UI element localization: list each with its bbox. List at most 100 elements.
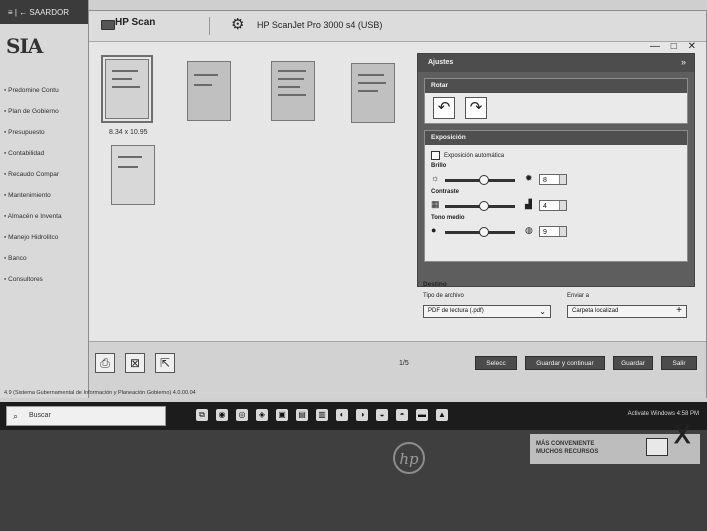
brightness-low-icon: ☼ [431, 173, 440, 183]
send-to-select[interactable]: Carpeta localizad + [567, 305, 687, 318]
add-destination-icon[interactable]: + [676, 305, 682, 316]
page-thumbnail[interactable] [271, 61, 315, 121]
page-count: 1/5 [399, 360, 409, 367]
auto-exposure-row[interactable]: Exposición automática [431, 151, 504, 160]
background-app-logo: SIA [6, 34, 82, 66]
midtone-light-icon: ◍ [525, 225, 533, 235]
background-app-menu: Predomine Contu Plan de Gobierno Presupu… [4, 80, 86, 290]
chrome-icon[interactable]: ◉ [216, 409, 228, 421]
bg-menu-item[interactable]: Predomine Contu [4, 80, 86, 101]
brightness-slider-row: ☼ ✹ 8 [431, 173, 581, 186]
scanner-icon [101, 20, 115, 30]
destination-title: Destino [423, 281, 447, 288]
laptop-bezel: hp MÁS CONVENIENTE MUCHOS RECURSOS Ⅹ [0, 422, 707, 531]
bg-menu-item[interactable]: Manejo Hidrolitco [4, 227, 86, 248]
window-controls[interactable]: — □ ✕ [650, 41, 700, 52]
bg-menu-item[interactable]: Consultores [4, 269, 86, 290]
app-icon[interactable]: ◓ [396, 409, 408, 421]
midtone-slider-knob[interactable] [478, 227, 489, 237]
search-icon: ⌕ [13, 411, 19, 421]
bg-menu-item[interactable]: Recaudo Compar [4, 164, 86, 185]
bg-menu-item[interactable]: Plan de Gobierno [4, 101, 86, 122]
bg-menu-item[interactable]: Almacén e Inventa [4, 206, 86, 227]
midtone-dark-icon: ● [431, 225, 437, 235]
background-app-logo-text: SIA [6, 34, 43, 58]
file-type-select[interactable]: PDF de lectura (.pdf) ⌄ [423, 305, 551, 318]
app-icon[interactable]: ◐ [336, 409, 348, 421]
midtone-slider-row: ● ◍ 9 [431, 225, 581, 238]
contrast-low-icon: ▦ [431, 199, 440, 209]
taskbar-search-input[interactable]: ⌕ Buscar [6, 406, 166, 426]
send-to-label: Enviar a [567, 293, 590, 299]
hp-scan-taskbar-icon[interactable]: ▬ [416, 409, 428, 421]
save-button[interactable]: Guardar [613, 356, 653, 370]
file-explorer-icon[interactable]: ▤ [296, 409, 308, 421]
extract-page-icon[interactable]: ⇱ [155, 353, 175, 373]
title-bar: HP Scan ⚙ HP ScanJet Pro 3000 s4 (USB) [89, 11, 706, 42]
bg-menu-item[interactable]: Presupuesto [4, 122, 86, 143]
sticker-monitor-icon [646, 438, 668, 456]
send-to-value: Carpeta localizad [572, 308, 619, 314]
gear-icon[interactable]: ⚙ [231, 17, 247, 33]
delete-page-icon[interactable]: ⊠ [125, 353, 145, 373]
taskbar-search-placeholder: Buscar [29, 412, 51, 419]
thumbnail-size-label: 8.34 x 10.95 [109, 129, 148, 136]
rotate-section: Rotar ↶ ↷ [424, 78, 688, 124]
brightness-label: Brillo [431, 163, 447, 169]
settings-panel-title: Ajustes [418, 54, 694, 72]
brightness-high-icon: ✹ [525, 173, 533, 183]
contrast-label: Contraste [431, 189, 460, 195]
contrast-value[interactable]: 4 [539, 200, 567, 211]
contrast-slider-row: ▦ ▟ 4 [431, 199, 581, 212]
file-type-label: Tipo de archivo [423, 293, 464, 299]
auto-exposure-label: Exposición automática [444, 152, 505, 159]
app-icon[interactable]: ▥ [316, 409, 328, 421]
brightness-value[interactable]: 8 [539, 174, 567, 185]
browser-icon[interactable]: ◎ [236, 409, 248, 421]
background-app-topbar-text: ≡ | ← SAARDOR [8, 7, 69, 17]
app-icon[interactable]: ◑ [356, 409, 368, 421]
rotate-left-icon[interactable]: ↶ [433, 97, 455, 119]
contrast-high-icon: ▟ [525, 199, 532, 209]
page-thumbnail[interactable] [111, 145, 155, 205]
brightness-slider-knob[interactable] [478, 175, 489, 185]
exposure-section: Exposición Exposición automática Brillo … [424, 130, 688, 262]
app-icon[interactable]: ◒ [376, 409, 388, 421]
bg-menu-item[interactable]: Banco [4, 248, 86, 269]
page-thumbnail[interactable] [187, 61, 231, 121]
page-thumbnail[interactable] [351, 63, 395, 123]
background-app-topbar: ≡ | ← SAARDOR [0, 0, 88, 24]
device-name[interactable]: HP ScanJet Pro 3000 s4 (USB) [257, 20, 382, 30]
exit-button[interactable]: Salir [661, 356, 697, 370]
app-icon[interactable]: ◈ [256, 409, 268, 421]
task-view-icon[interactable]: ⧉ [196, 409, 208, 421]
save-and-continue-button[interactable]: Guardar y continuar [525, 356, 605, 370]
sticker-line-2: MUCHOS RECURSOS [536, 449, 599, 455]
status-line: 4.9 (Sistema Gubernamental de Informació… [4, 390, 196, 396]
windows-taskbar: ⌕ Buscar ⧉ ◉ ◎ ◈ ▣ ▤ ▥ ◐ ◑ ◒ ◓ ▬ ▲ Activ… [0, 402, 707, 430]
laptop-sticker: MÁS CONVENIENTE MUCHOS RECURSOS Ⅹ [530, 422, 700, 464]
screen: ≡ | ← SAARDOR SIA Predomine Contu Plan d… [0, 0, 707, 430]
app-icon[interactable]: ▣ [276, 409, 288, 421]
contrast-slider-knob[interactable] [478, 201, 489, 211]
midtone-value[interactable]: 9 [539, 226, 567, 237]
background-app-sidebar: ≡ | ← SAARDOR SIA Predomine Contu Plan d… [0, 0, 89, 398]
panel-collapse-icon[interactable]: » [681, 57, 686, 67]
midtone-label: Tono medio [431, 215, 465, 221]
settings-panel: Ajustes » Rotar ↶ ↷ Exposición Exposició… [417, 53, 695, 287]
chevron-down-icon: ⌄ [539, 307, 546, 316]
title-separator [209, 17, 210, 35]
add-page-icon[interactable]: ⎙ [95, 353, 115, 373]
bg-menu-item[interactable]: Contabilidad [4, 143, 86, 164]
auto-exposure-checkbox[interactable] [431, 151, 440, 160]
select-button[interactable]: Selecc [475, 356, 517, 370]
app-icon[interactable]: ▲ [436, 409, 448, 421]
rotate-right-icon[interactable]: ↷ [465, 97, 487, 119]
system-tray[interactable]: Activate Windows 4:58 PM [628, 411, 699, 417]
sticker-brand-mark: Ⅹ [674, 422, 691, 449]
bg-menu-item[interactable]: Mantenimiento [4, 185, 86, 206]
rotate-section-title: Rotar [425, 79, 687, 93]
page-thumbnail[interactable] [101, 55, 153, 123]
hp-logo: hp [393, 442, 425, 474]
app-title: HP Scan [115, 17, 156, 28]
